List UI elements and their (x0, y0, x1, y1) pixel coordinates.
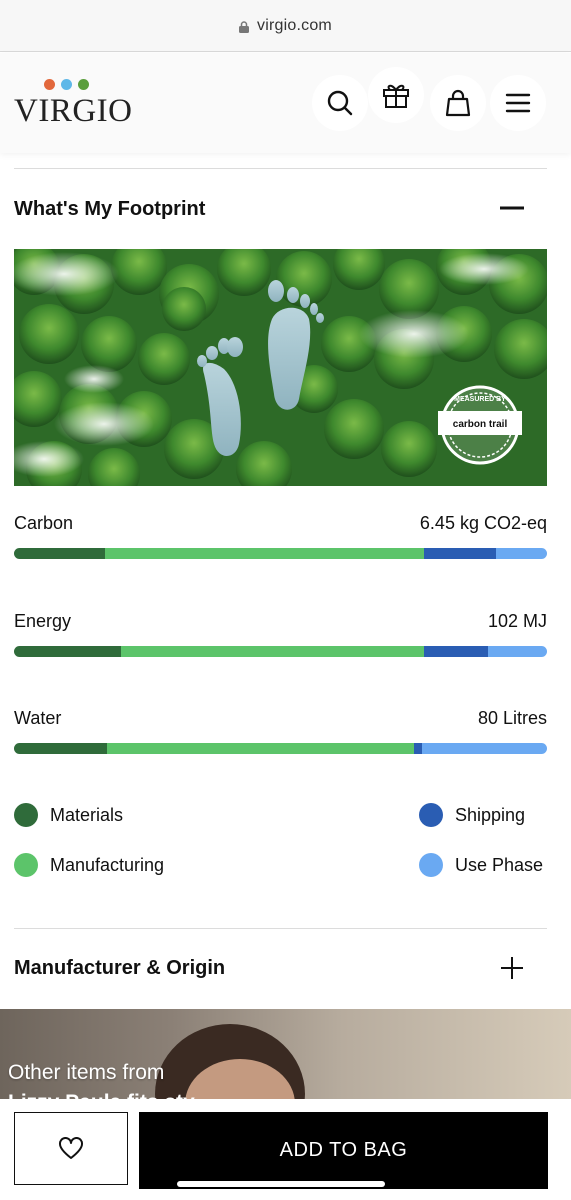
metric-label-carbon: Carbon (14, 513, 74, 533)
heart-icon (59, 1136, 83, 1159)
legend-label-materials: Materials (50, 804, 124, 825)
legend-dot-manufacturing (14, 853, 38, 877)
bar-segment-shipping (424, 548, 497, 559)
bag-icon (445, 89, 471, 117)
footprint-title[interactable]: What's My Footprint (14, 198, 205, 221)
metric-label-water: Water (14, 708, 62, 728)
add-to-bag-button[interactable]: ADD TO BAG (139, 1112, 548, 1189)
svg-text:MEASURED BY: MEASURED BY (454, 396, 506, 403)
home-indicator (177, 1181, 385, 1187)
logo-text: VIRGIO (14, 93, 133, 129)
bar-segment-shipping (424, 646, 489, 657)
bar-segment-shipping (413, 743, 422, 754)
virgio-logo[interactable]: VIRGIO (14, 77, 134, 133)
footprint-collapse-button[interactable] (498, 194, 526, 222)
bar-segment-manufacturing (120, 646, 425, 657)
bar-segment-use-phase (496, 548, 547, 559)
bottom-action-bar: ADD TO BAG (0, 1099, 571, 1200)
legend-use-phase: Use Phase (419, 853, 543, 877)
legend-dot-use-phase (419, 853, 443, 877)
metric-value-carbon: 6.45 kg CO2-eq (419, 513, 547, 533)
metric-value-water: 80 Litres (477, 708, 547, 728)
logo-dot-blue (61, 79, 72, 90)
bar-segment-use-phase (488, 646, 547, 657)
url-text: virgio.com (257, 16, 332, 34)
lock-icon (239, 20, 250, 33)
search-icon (327, 90, 353, 116)
legend-dot-materials (14, 803, 38, 827)
energy-breakdown-bar (14, 646, 547, 657)
plus-icon (501, 957, 523, 979)
metric-label-energy: Energy (14, 611, 72, 631)
gift-icon (383, 84, 409, 108)
bar-segment-use-phase (421, 743, 547, 754)
carbon-breakdown-bar (14, 548, 547, 559)
legend-label-manufacturing: Manufacturing (50, 854, 165, 875)
water-breakdown-bar (14, 743, 547, 754)
site-header: VIRGIO (0, 53, 571, 153)
menu-icon (505, 93, 531, 113)
logo-dot-orange (44, 79, 55, 90)
legend-label-shipping: Shipping (455, 804, 526, 825)
bag-button[interactable] (430, 75, 486, 131)
search-button[interactable] (312, 75, 368, 131)
promo-heading: Other items from (8, 1061, 165, 1084)
other-items-banner[interactable]: Other items from Lizzy Paula fits sty (0, 1009, 571, 1109)
section-divider (14, 168, 547, 169)
browser-url-bar[interactable]: virgio.com (0, 0, 571, 52)
wishlist-button[interactable] (14, 1112, 128, 1185)
metric-value-energy: 102 MJ (487, 611, 547, 631)
forest-footprint-image: MEASURED BY carbon trail (14, 249, 547, 486)
logo-dots (44, 79, 89, 90)
footprint-hero-image: MEASURED BY carbon trail (14, 249, 547, 486)
bar-segment-materials (14, 548, 105, 559)
manufacturer-expand-button[interactable] (498, 954, 526, 982)
legend-dot-shipping (419, 803, 443, 827)
logo-dot-green (78, 79, 89, 90)
menu-button[interactable] (490, 75, 546, 131)
gift-button[interactable] (368, 67, 424, 123)
minus-icon (500, 206, 524, 210)
bar-segment-manufacturing (104, 548, 425, 559)
legend-materials: Materials (14, 803, 123, 827)
legend-shipping: Shipping (419, 803, 525, 827)
legend-manufacturing: Manufacturing (14, 853, 164, 877)
bar-segment-materials (14, 646, 121, 657)
bar-segment-materials (14, 743, 108, 754)
badge-text: carbon trail (453, 419, 508, 430)
section-divider (14, 928, 547, 929)
manufacturer-title[interactable]: Manufacturer & Origin (14, 957, 225, 980)
bar-segment-manufacturing (107, 743, 414, 754)
legend-label-use-phase: Use Phase (455, 854, 544, 875)
